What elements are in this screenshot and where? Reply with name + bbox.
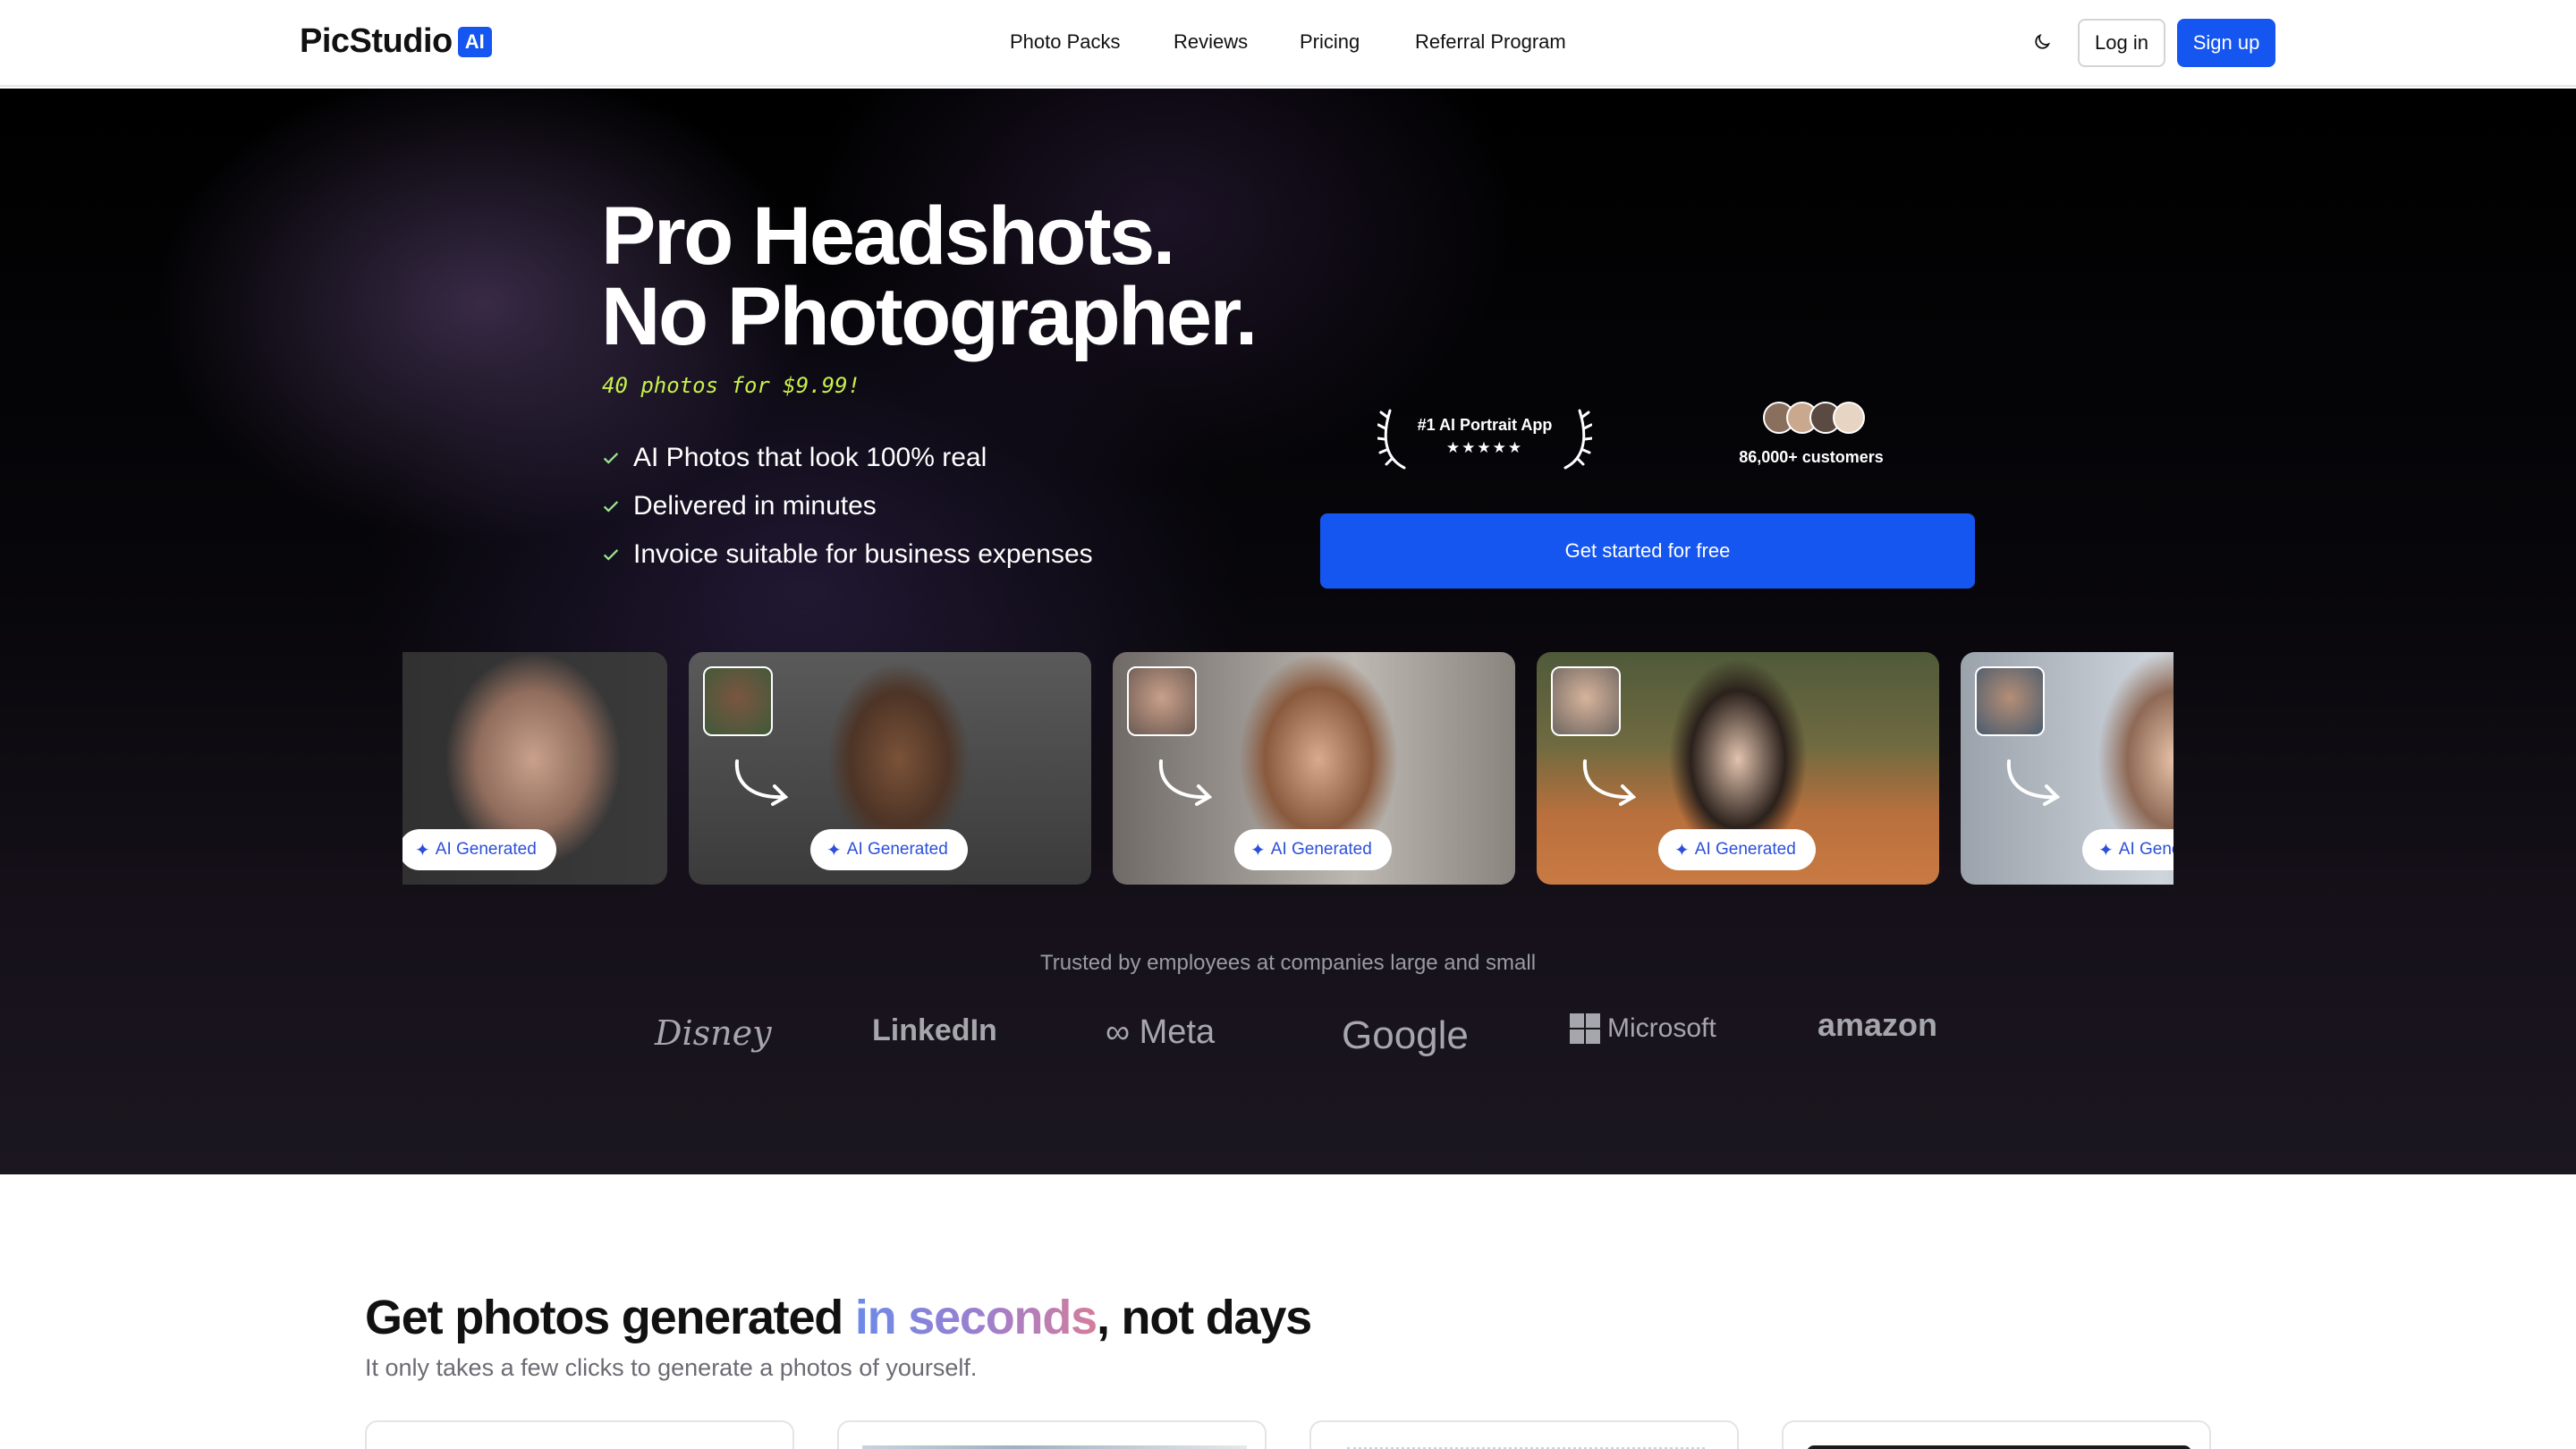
ai-generated-badge: ✦ AI Generated xyxy=(402,829,556,870)
photo-card[interactable]: ✦AI Generated xyxy=(1113,652,1515,885)
hero-title-line-2: No Photographer. xyxy=(601,271,1258,362)
ai-generated-badge: ✦AI Generated xyxy=(2082,829,2174,870)
nav-link-reviews[interactable]: Reviews xyxy=(1174,30,1248,54)
laurel-right-icon xyxy=(1563,409,1592,470)
feature-text: Invoice suitable for business expenses xyxy=(633,539,1093,569)
login-button[interactable]: Log in xyxy=(2078,19,2165,67)
hero-title: Pro Headshots. No Photographer. xyxy=(601,191,1258,362)
sparkle-icon: ✦ xyxy=(415,840,430,860)
nav-link-pricing[interactable]: Pricing xyxy=(1300,30,1360,54)
section-title-end: , not days xyxy=(1096,1291,1312,1344)
get-started-button[interactable]: Get started for free xyxy=(1320,513,1975,589)
section-title-start: Get photos generated xyxy=(365,1291,855,1344)
google-logo: Google xyxy=(1342,1013,1469,1057)
sparkle-icon: ✦ xyxy=(2098,840,2114,860)
customers-label: 86,000+ customers xyxy=(1739,448,1884,466)
laurel-left-icon xyxy=(1377,409,1406,470)
microsoft-wordmark: Microsoft xyxy=(1607,1013,1716,1043)
feature-text: AI Photos that look 100% real xyxy=(633,443,987,472)
ai-generated-label: AI Generated xyxy=(1270,840,1372,859)
section-title: Get photos generated in seconds, not day… xyxy=(365,1290,1312,1345)
company-logos: Disney LinkedIn ∞ Meta Google Microsoft … xyxy=(0,1004,2576,1076)
step-card xyxy=(365,1420,794,1449)
section-subtitle: It only takes a few clicks to generate a… xyxy=(365,1354,978,1381)
trusted-by-text: Trusted by employees at companies large … xyxy=(1039,951,1537,975)
photo-card[interactable]: ✦AI Generated xyxy=(689,652,1091,885)
sparkle-icon: ✦ xyxy=(1250,840,1266,860)
amazon-logo: amazon xyxy=(1818,1006,1938,1043)
curved-arrow-icon xyxy=(1582,759,1637,806)
input-photo-thumbnail xyxy=(703,666,773,736)
ai-generated-badge: ✦AI Generated xyxy=(1658,829,1816,870)
ai-generated-label: AI Generated xyxy=(2118,840,2174,859)
check-icon xyxy=(603,453,619,464)
curved-arrow-icon xyxy=(2006,759,2061,806)
nav-link-photo-packs[interactable]: Photo Packs xyxy=(1010,30,1121,54)
nav-link-referral-program[interactable]: Referral Program xyxy=(1415,30,1566,54)
step-card xyxy=(1782,1420,2211,1449)
price-note: 40 photos for $9.99! xyxy=(602,373,860,398)
step-card xyxy=(837,1420,1267,1449)
ai-generated-label: AI Generated xyxy=(846,840,948,859)
microsoft-squares-icon xyxy=(1570,1013,1600,1044)
step-card xyxy=(1309,1420,1739,1449)
microsoft-logo: Microsoft xyxy=(1570,1013,1716,1044)
input-photo-thumbnail xyxy=(1551,666,1621,736)
feature-text: Delivered in minutes xyxy=(633,491,877,521)
sparkle-icon: ✦ xyxy=(1674,840,1690,860)
signup-button[interactable]: Sign up xyxy=(2177,19,2275,67)
meta-infinity-icon: ∞ xyxy=(1106,1013,1131,1051)
photo-card[interactable]: ✦ AI Generated xyxy=(402,652,667,885)
curved-arrow-icon xyxy=(734,759,789,806)
step-card-image xyxy=(1807,1445,2191,1449)
ai-generated-label: AI Generated xyxy=(1694,840,1796,859)
input-photo-thumbnail xyxy=(1127,666,1197,736)
check-icon xyxy=(603,549,619,561)
meta-logo: ∞ Meta xyxy=(1106,1013,1215,1052)
photo-card[interactable]: ✦AI Generated xyxy=(1537,652,1939,885)
top-navbar: PicStudio AI Photo Packs Reviews Pricing… xyxy=(0,0,2576,87)
moon-icon xyxy=(2035,33,2051,49)
photo-card[interactable]: ✦AI Generated xyxy=(1961,652,2174,885)
avatar-stack xyxy=(1763,402,1865,434)
disney-logo: Disney xyxy=(655,1013,772,1053)
hero-section: Pro Headshots. No Photographer. 40 photo… xyxy=(0,89,2576,1174)
feature-item: Delivered in minutes xyxy=(601,482,1093,530)
theme-toggle-button[interactable] xyxy=(2029,29,2055,55)
customer-count: 86,000+ customers xyxy=(1722,402,1901,473)
check-icon xyxy=(603,501,619,513)
feature-item: Invoice suitable for business expenses xyxy=(601,530,1093,579)
ai-generated-badge: ✦AI Generated xyxy=(1234,829,1392,870)
linkedin-logo: LinkedIn xyxy=(872,1013,997,1047)
step-card-image xyxy=(862,1445,1247,1449)
feature-item: AI Photos that look 100% real xyxy=(601,434,1093,482)
photo-carousel[interactable]: ✦ AI Generated ✦ AI Generated ✦ AI Generate… xyxy=(402,652,2174,885)
meta-wordmark: Meta xyxy=(1139,1013,1216,1051)
award-badge: #1 AI Portrait App ★★★★★ xyxy=(1377,403,1592,471)
ai-generated-label: AI Generated xyxy=(435,840,537,859)
hero-title-line-1: Pro Headshots. xyxy=(601,191,1175,282)
input-photo-thumbnail xyxy=(1975,666,2045,736)
sparkle-icon: ✦ xyxy=(826,840,842,860)
curved-arrow-icon xyxy=(1158,759,1213,806)
ai-generated-badge: ✦AI Generated xyxy=(810,829,968,870)
avatar xyxy=(1833,402,1865,434)
section-title-highlight: in seconds xyxy=(854,1291,1097,1344)
feature-list: AI Photos that look 100% real Delivered … xyxy=(601,434,1093,579)
